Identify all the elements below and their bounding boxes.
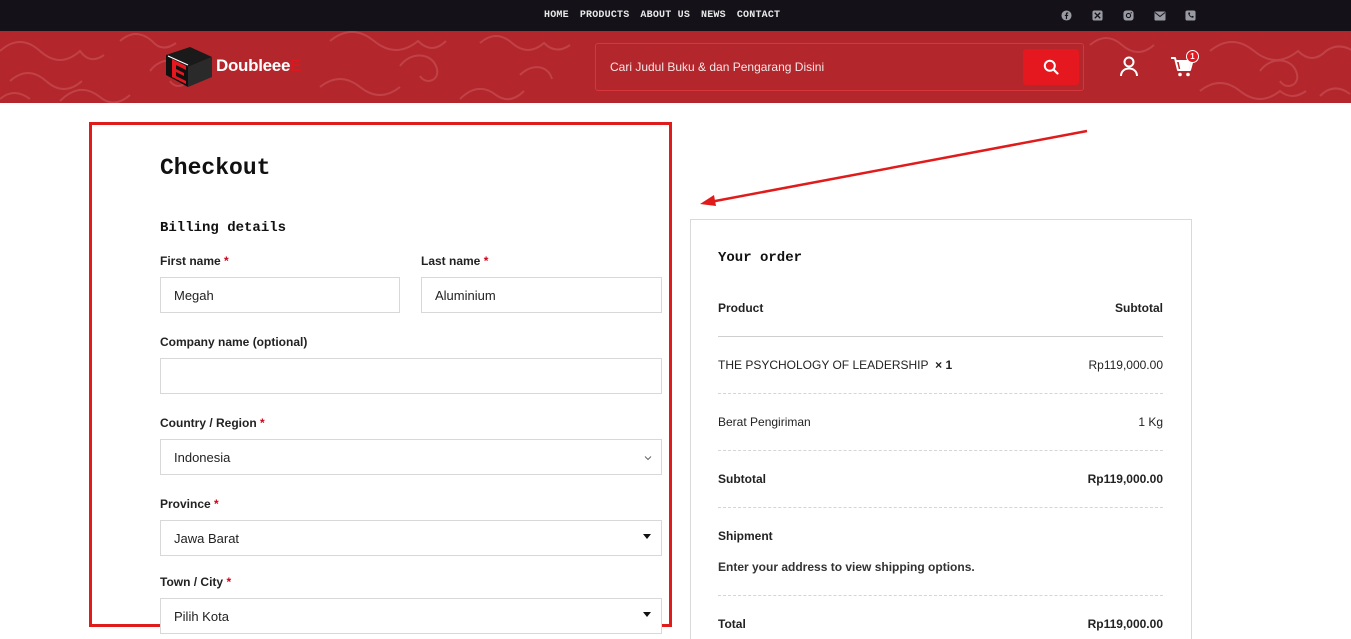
city-select-value: Pilih Kota [174,608,229,624]
divider [718,595,1163,596]
city-select[interactable]: Pilih Kota [160,598,662,634]
account-icon[interactable] [1118,55,1140,82]
product-column-header: Product [718,301,764,315]
site-logo[interactable]: DoubleeeE [160,43,310,89]
dropdown-caret-icon [643,534,651,539]
shipment-note: Enter your address to view shipping opti… [718,560,975,574]
country-select[interactable]: Indonesia [160,439,662,475]
subtotal-label: Subtotal [718,472,766,486]
order-summary-heading: Your order [718,250,803,266]
nav-news[interactable]: NEWS [701,10,726,21]
order-item-name: THE PSYCHOLOGY OF LEADERSHIP × 1 [718,358,953,372]
cart-count-badge: 1 [1186,50,1199,63]
total-label: Total [718,617,746,631]
first-name-field[interactable]: Megah [160,277,400,313]
company-name-label: Company name (optional) [160,335,308,349]
province-select-value: Jawa Barat [174,530,240,546]
dropdown-caret-icon [643,612,651,617]
instagram-icon[interactable] [1121,8,1136,23]
country-label: Country / Region * [160,416,265,430]
shipping-weight-label: Berat Pengiriman [718,415,811,429]
last-name-field[interactable]: Aluminium [421,277,662,313]
mail-icon[interactable] [1152,8,1167,23]
last-name-label: Last name * [421,254,489,268]
province-label: Province * [160,497,219,511]
search-input[interactable] [597,45,1017,89]
subtotal-value: Rp119,000.00 [1087,472,1163,486]
facebook-icon[interactable] [1059,8,1074,23]
social-links [1059,8,1198,23]
divider [718,393,1163,394]
order-item-price: Rp119,000.00 [1088,358,1163,372]
order-summary-panel [690,219,1192,639]
nav-products[interactable]: PRODUCTS [580,10,630,21]
page-title: Checkout [160,155,271,181]
subtotal-column-header: Subtotal [1115,301,1163,315]
billing-details-heading: Billing details [160,220,287,236]
total-value: Rp119,000.00 [1087,617,1163,631]
shipment-label: Shipment [718,529,773,543]
search-bar [595,43,1084,91]
book-logo-icon [166,47,212,87]
nav-about-us[interactable]: ABOUT US [640,10,690,21]
province-select[interactable]: Jawa Barat [160,520,662,556]
search-button[interactable] [1023,49,1079,85]
city-label: Town / City * [160,575,232,589]
first-name-label: First name * [160,254,229,268]
top-bar: HOME PRODUCTS ABOUT US NEWS CONTACT [0,0,1351,31]
top-nav: HOME PRODUCTS ABOUT US NEWS CONTACT [544,0,791,31]
phone-icon[interactable] [1183,8,1198,23]
company-name-field[interactable] [160,358,662,394]
site-header: DoubleeeE 1 [0,31,1351,103]
shipping-weight-value: 1 Kg [1138,415,1163,429]
x-twitter-icon[interactable] [1090,8,1105,23]
search-icon [1043,59,1059,75]
nav-contact[interactable]: CONTACT [737,10,780,21]
divider [718,450,1163,451]
logo-text: DoubleeeE [216,56,302,75]
nav-home[interactable]: HOME [544,10,569,21]
country-select-value: Indonesia [174,449,231,465]
chevron-down-icon [644,456,652,461]
divider [718,507,1163,508]
divider [718,336,1163,337]
order-item-quantity: × 1 [935,358,953,372]
